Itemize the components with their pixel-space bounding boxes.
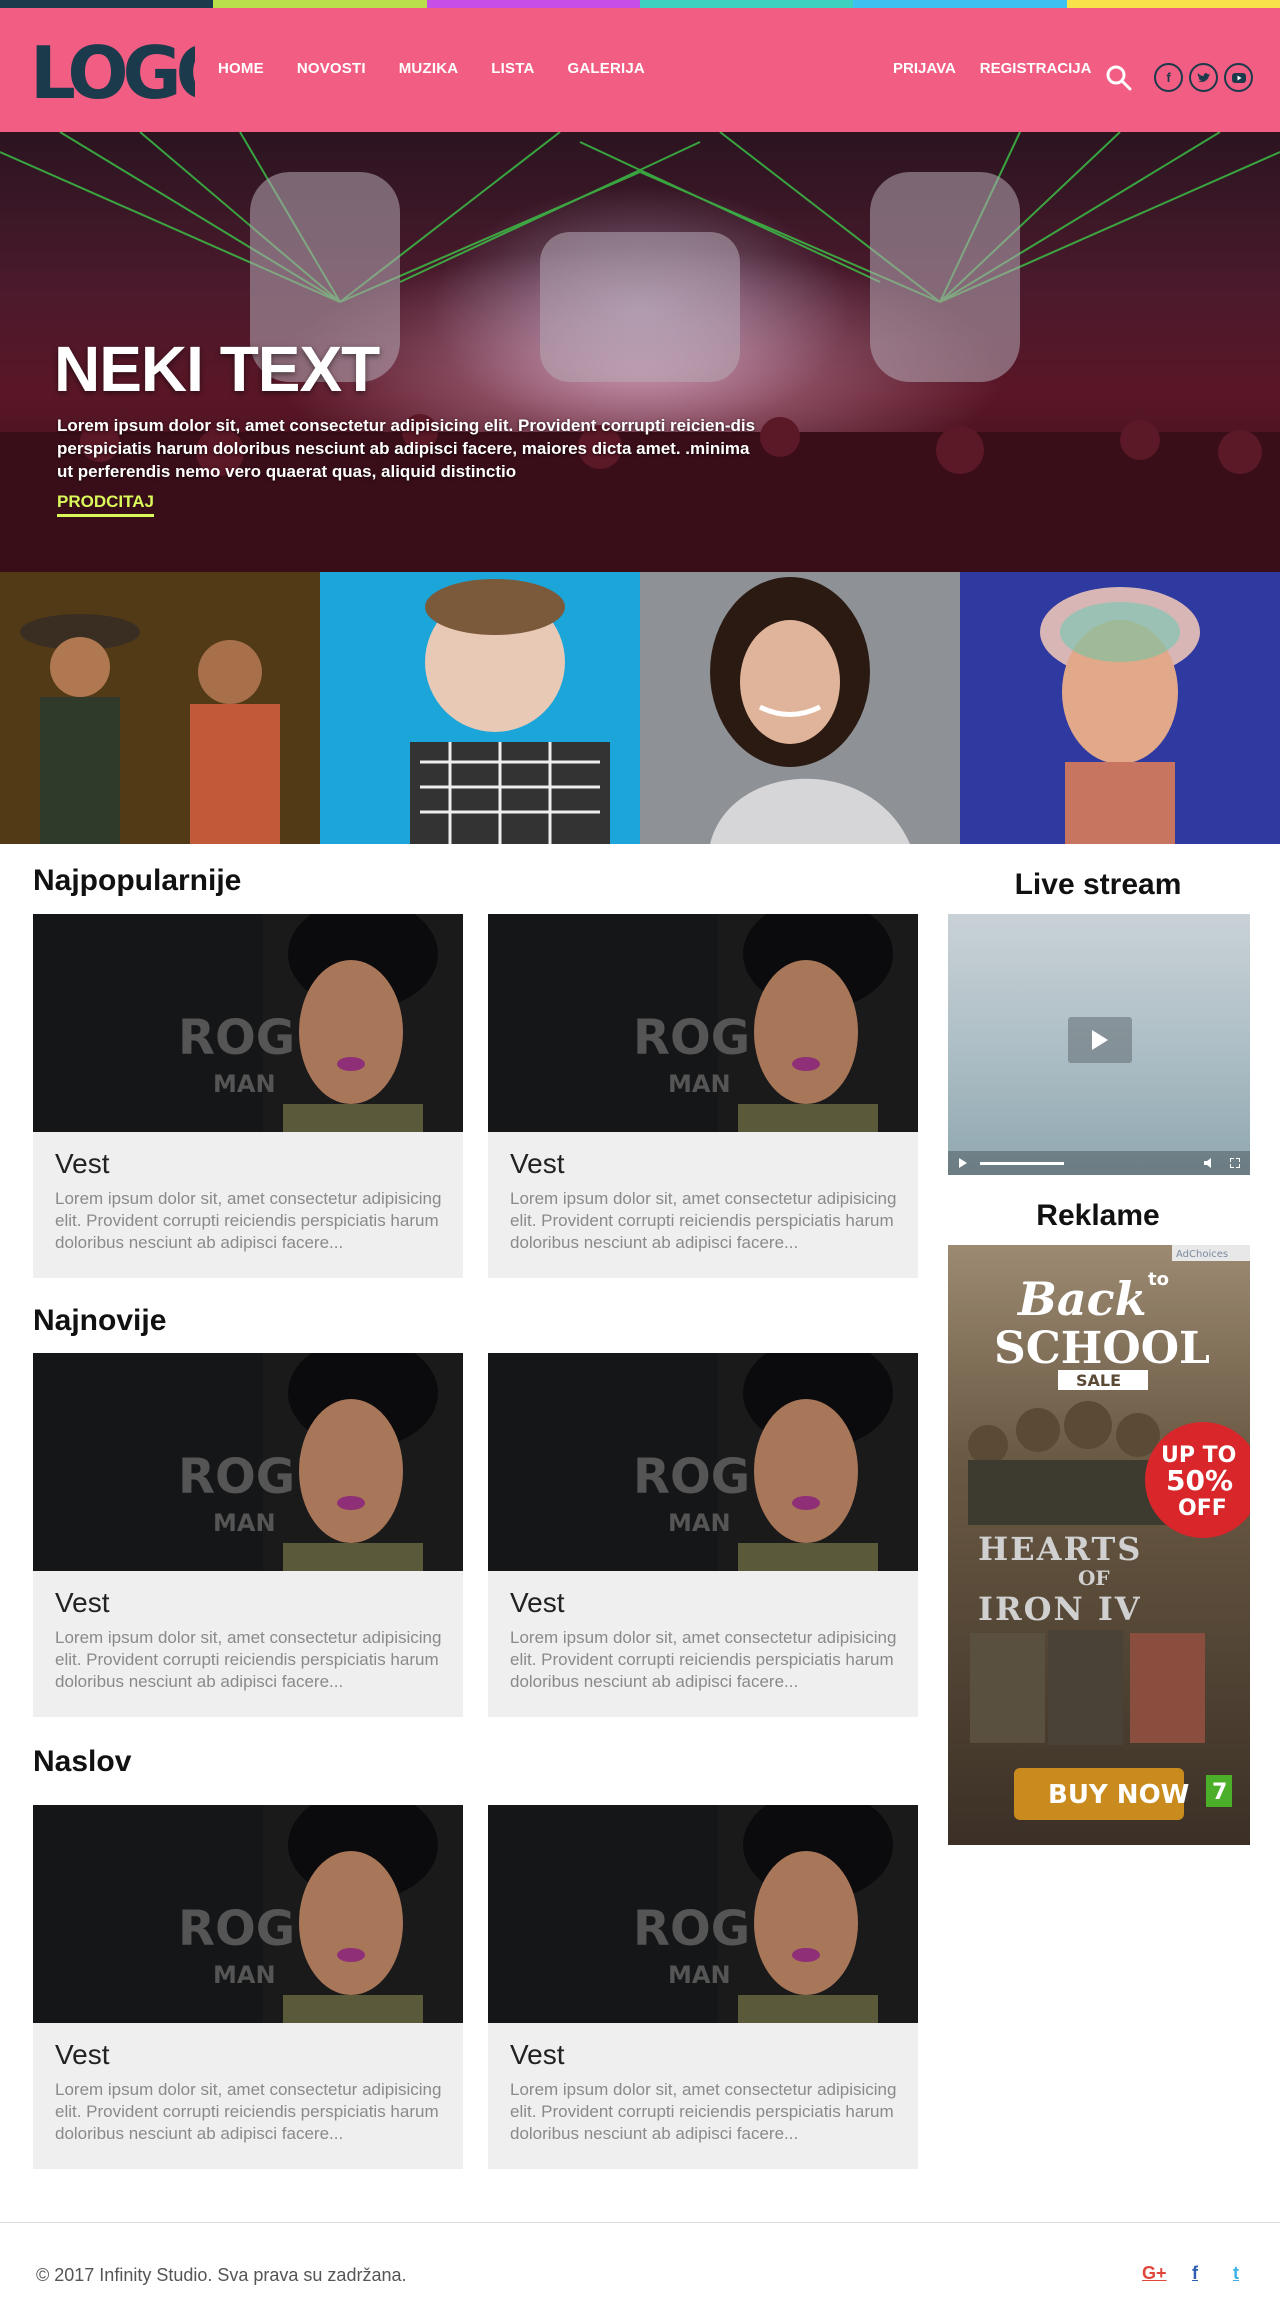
live-stream-title: Live stream (1014, 868, 1182, 901)
news-card-excerpt: Lorem ipsum dolor sit, amet consectetur … (55, 2080, 442, 2143)
hero-title: NEKI TEXT (54, 333, 380, 405)
card-image-text: MAN (213, 1509, 276, 1537)
strip-segment (213, 0, 427, 8)
ad-promo: 50% (1166, 1464, 1233, 1497)
youtube-icon[interactable] (1224, 63, 1253, 92)
news-card-excerpt: Lorem ipsum dolor sit, amet consectetur … (55, 1189, 442, 1252)
ad-promo: OFF (1178, 1496, 1227, 1521)
ad-headline: Back (1016, 1272, 1147, 1326)
card-image-text: MAN (668, 1961, 731, 1989)
news-card-title: Vest (510, 1148, 565, 1179)
hero-description: Lorem ipsum dolor sit, amet consectetur … (57, 416, 756, 481)
main-nav: HOME NOVOSTI MUZIKA LISTA GALERIJA (218, 60, 678, 77)
play-icon (1092, 1030, 1108, 1050)
login-link[interactable]: PRIJAVA (893, 60, 956, 77)
artist-photo[interactable] (640, 572, 960, 844)
section-title-popular: Najpopularnije (33, 864, 242, 897)
volume-icon[interactable] (1204, 1158, 1216, 1168)
ad-rating: 7 (1212, 1780, 1227, 1805)
news-card-image: ROGUE MAN (488, 1805, 918, 2023)
auth-nav: PRIJAVA REGISTRACIJA (893, 60, 1115, 77)
news-card[interactable]: ROGUE MAN Vest Lorem ipsum dolor sit, am… (488, 1805, 918, 2169)
strip-segment (0, 0, 214, 8)
nav-galerija[interactable]: GALERIJA (567, 60, 644, 77)
news-card-image: ROGUE MAN (33, 1353, 463, 1571)
advertisement-banner[interactable]: AdChoices Back to SCHOOL SALE UP TO 50% … (948, 1245, 1250, 1845)
ad-game-title: IRON IV (978, 1590, 1142, 1628)
news-card-title: Vest (55, 2039, 110, 2070)
play-icon[interactable] (958, 1158, 968, 1168)
ad-cta-button: BUY NOW (1048, 1780, 1189, 1810)
section-title-latest: Najnovije (33, 1304, 167, 1337)
artist-photo[interactable] (960, 572, 1280, 844)
card-image-text: MAN (213, 1961, 276, 1989)
strip-segment (853, 0, 1067, 8)
play-button[interactable] (1068, 1017, 1132, 1063)
hero-banner: NEKI TEXT Lorem ipsum dolor sit, amet co… (0, 132, 1280, 572)
card-image-text: MAN (668, 1509, 731, 1537)
strip-segment (426, 0, 640, 8)
site-footer: © 2017 Infinity Studio. Sva prava su zad… (0, 2222, 1280, 2323)
twitter-icon[interactable] (1189, 63, 1218, 92)
ad-sale: SALE (1076, 1371, 1121, 1390)
nav-home[interactable]: HOME (218, 60, 264, 77)
site-logo[interactable]: LOGO (30, 30, 195, 110)
news-card-excerpt: Lorem ipsum dolor sit, amet consectetur … (510, 1189, 897, 1252)
copyright-text: © 2017 Infinity Studio. Sva prava su zad… (36, 2265, 407, 2285)
news-card-image: ROGUE MAN (33, 1805, 463, 2023)
news-card-excerpt: Lorem ipsum dolor sit, amet consectetur … (510, 1628, 897, 1691)
ad-headline-small: to (1148, 1269, 1169, 1290)
news-card[interactable]: ROGUE MAN Vest Lorem ipsum dolor sit, am… (33, 1805, 463, 2169)
twitter-icon[interactable]: t (1233, 2263, 1239, 2284)
news-card[interactable]: ROGUE MAN Vest Lorem ipsum dolor sit, am… (33, 1353, 463, 1717)
facebook-icon[interactable]: f (1154, 63, 1183, 92)
news-card-image: ROGUE MAN (33, 914, 463, 1132)
video-controls (948, 1151, 1250, 1175)
hero-read-more-link[interactable]: PRODCITAJ (57, 492, 154, 517)
news-card-title: Vest (55, 1148, 110, 1179)
site-header: LOGO HOME NOVOSTI MUZIKA LISTA GALERIJA … (0, 8, 1280, 132)
strip-segment (1066, 0, 1280, 8)
card-image-text: MAN (668, 1070, 731, 1098)
search-icon[interactable] (1106, 65, 1132, 91)
ad-game-title: HEARTS (978, 1530, 1142, 1568)
news-card-title: Vest (510, 1587, 565, 1618)
nav-lista[interactable]: LISTA (491, 60, 534, 77)
facebook-icon[interactable]: f (1192, 2263, 1198, 2284)
news-card-image: ROGUE MAN (488, 914, 918, 1132)
artist-photo[interactable] (320, 572, 640, 844)
news-card[interactable]: ROGUE MAN Vest Lorem ipsum dolor sit, am… (488, 914, 918, 1278)
news-card[interactable]: ROGUE MAN Vest Lorem ipsum dolor sit, am… (33, 914, 463, 1278)
ad-game-title: OF (1078, 1566, 1110, 1590)
nav-novosti[interactable]: NOVOSTI (297, 60, 366, 77)
artists-gallery (0, 572, 1280, 844)
adchoices-badge: AdChoices (1176, 1249, 1228, 1260)
news-card-title: Vest (510, 2039, 565, 2070)
video-progress-bar[interactable] (980, 1162, 1064, 1165)
nav-muzika[interactable]: MUZIKA (399, 60, 459, 77)
news-card-excerpt: Lorem ipsum dolor sit, amet consectetur … (55, 1628, 442, 1691)
news-card-image: ROGUE MAN (488, 1353, 918, 1571)
google-plus-icon[interactable]: G+ (1142, 2263, 1167, 2284)
news-card[interactable]: ROGUE MAN Vest Lorem ipsum dolor sit, am… (488, 1353, 918, 1717)
artist-photo[interactable] (0, 572, 320, 844)
header-social-links: f (1154, 63, 1253, 92)
register-link[interactable]: REGISTRACIJA (980, 60, 1092, 77)
logo-text: LOGO (30, 31, 195, 110)
ad-headline: SCHOOL (994, 1323, 1210, 1374)
fullscreen-icon[interactable] (1230, 1158, 1240, 1168)
live-stream-player[interactable] (948, 914, 1250, 1175)
news-card-excerpt: Lorem ipsum dolor sit, amet consectetur … (510, 2080, 897, 2143)
section-title-headline: Naslov (33, 1745, 132, 1778)
news-card-title: Vest (55, 1587, 110, 1618)
top-color-strip (0, 0, 1280, 8)
card-image-text: MAN (213, 1070, 276, 1098)
ads-title: Reklame (1036, 1199, 1160, 1232)
strip-segment (639, 0, 854, 8)
